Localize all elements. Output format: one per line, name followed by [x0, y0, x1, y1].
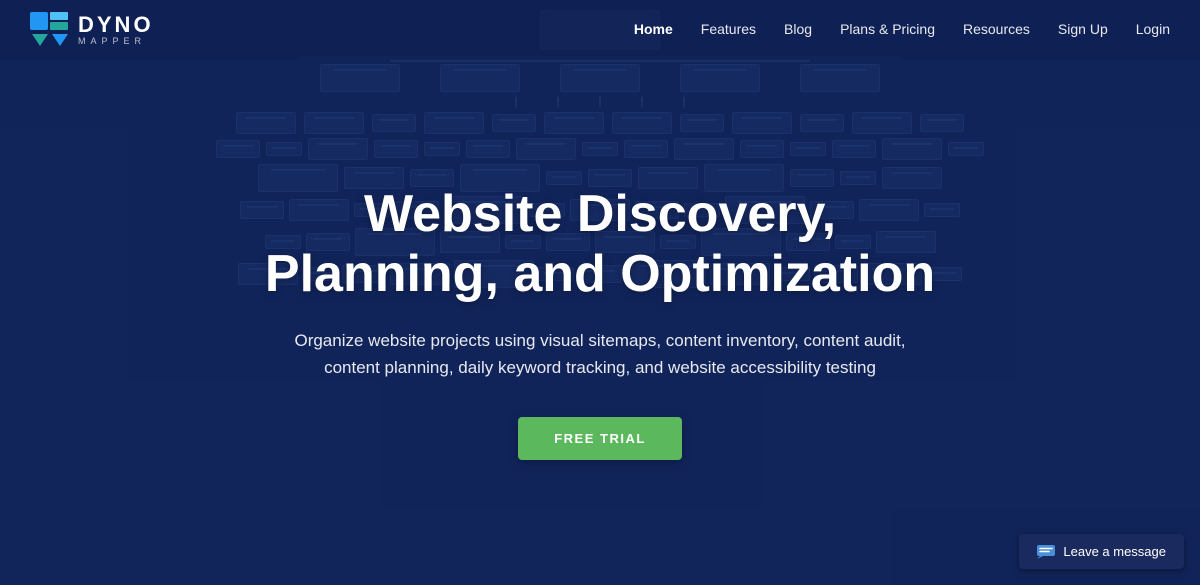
nav-item-home[interactable]: Home: [634, 21, 673, 39]
nav-link-features[interactable]: Features: [701, 21, 756, 37]
nav-item-signup[interactable]: Sign Up: [1058, 21, 1108, 39]
nav-item-resources[interactable]: Resources: [963, 21, 1030, 39]
free-trial-button[interactable]: FREE TRIAL: [518, 417, 682, 460]
nav-item-plans[interactable]: Plans & Pricing: [840, 21, 935, 39]
nav-link-signup[interactable]: Sign Up: [1058, 21, 1108, 37]
hero-title: Website Discovery, Planning, and Optimiz…: [250, 185, 950, 305]
hero-subtitle: Organize website projects using visual s…: [290, 327, 910, 381]
nav-item-features[interactable]: Features: [701, 21, 756, 39]
chat-widget[interactable]: Leave a message: [1019, 534, 1184, 569]
chat-icon: [1037, 545, 1055, 559]
nav-link-login[interactable]: Login: [1136, 21, 1170, 37]
navbar: DYNO MAPPER Home Features Blog Plans & P…: [0, 0, 1200, 60]
nav-item-login[interactable]: Login: [1136, 21, 1170, 39]
logo: DYNO MAPPER: [30, 12, 154, 48]
nav-menu: Home Features Blog Plans & Pricing Resou…: [634, 21, 1170, 39]
logo-text: DYNO MAPPER: [78, 14, 154, 46]
nav-link-plans[interactable]: Plans & Pricing: [840, 21, 935, 37]
hero-section: Website Discovery, Planning, and Optimiz…: [0, 0, 1200, 585]
chat-label: Leave a message: [1063, 544, 1166, 559]
nav-link-resources[interactable]: Resources: [963, 21, 1030, 37]
logo-icon: [30, 12, 70, 48]
nav-item-blog[interactable]: Blog: [784, 21, 812, 39]
logo-brand: DYNO: [78, 14, 154, 36]
logo-sub: MAPPER: [78, 36, 154, 46]
nav-link-home[interactable]: Home: [634, 21, 673, 37]
nav-link-blog[interactable]: Blog: [784, 21, 812, 37]
